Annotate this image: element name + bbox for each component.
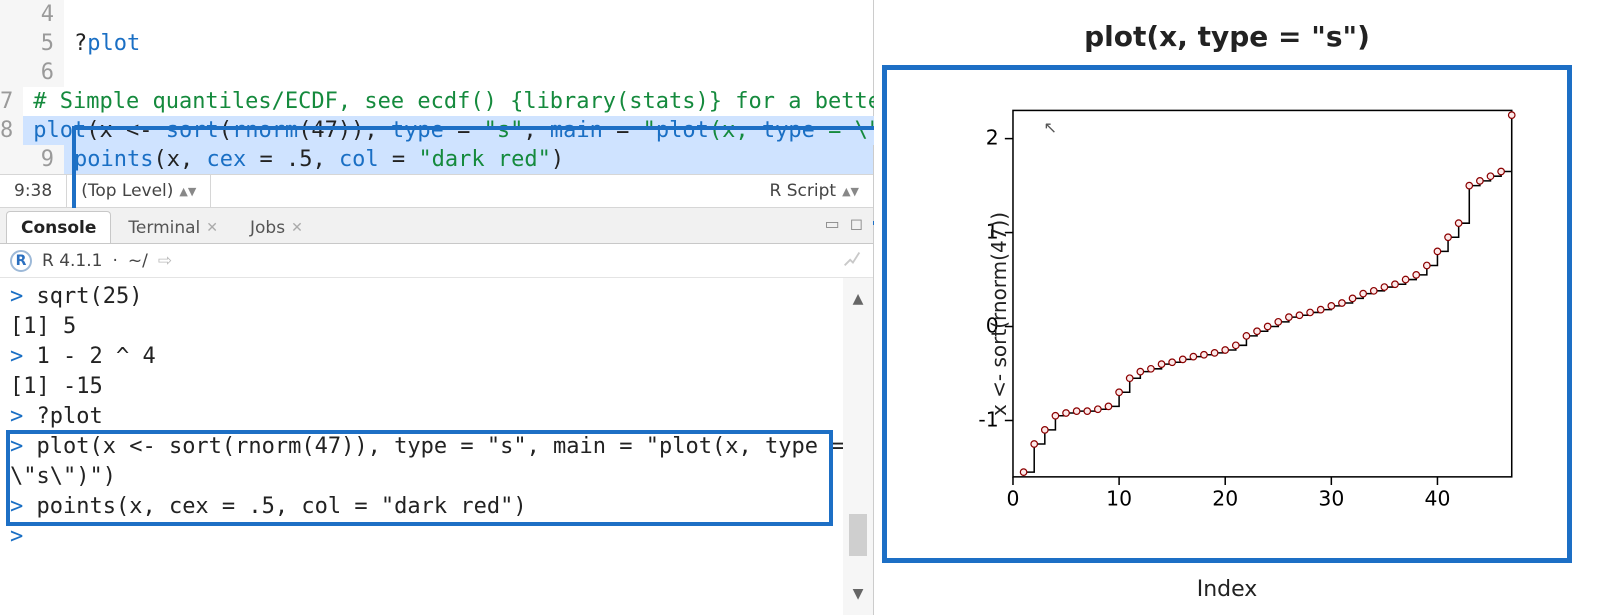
plot-title: plot(x, type = "s") — [882, 20, 1572, 53]
left-column: 45?plot67# Simple quantiles/ECDF, see ec… — [0, 0, 874, 615]
tab-console[interactable]: Console — [6, 211, 111, 243]
console-tabs: ConsoleTerminal✕Jobs✕ ▭ ◻ — [0, 208, 873, 244]
working-dir[interactable]: ~/ — [128, 251, 148, 271]
console-header: R R 4.1.1 · ~/ ⇨ — [0, 244, 873, 278]
svg-text:40: 40 — [1425, 486, 1451, 510]
code-cell[interactable]: plot(x <- sort(rnorm(47)), type = "s", m… — [23, 116, 960, 145]
gutter-line-number: 7 — [0, 87, 23, 116]
r-logo-icon: R — [10, 250, 32, 272]
gutter-line-number: 5 — [0, 29, 64, 58]
editor-line[interactable]: 4 — [0, 0, 873, 29]
editor-line[interactable]: 7# Simple quantiles/ECDF, see ecdf() {li… — [0, 87, 873, 116]
code-cell[interactable]: # Simple quantiles/ECDF, see ecdf() {lib… — [23, 87, 960, 116]
gutter-line-number: 8 — [0, 116, 23, 145]
svg-text:20: 20 — [1212, 486, 1238, 510]
plot-canvas: 010203040-1012↖ — [957, 100, 1527, 528]
editor-line[interactable]: 8plot(x <- sort(rnorm(47)), type = "s", … — [0, 116, 873, 145]
code-cell[interactable] — [64, 58, 873, 87]
scope-selector[interactable]: (Top Level)▲▼ — [67, 175, 211, 207]
console-text: > sqrt(25) [1] 5 > 1 - 2 ^ 4 [1] -15 > ?… — [10, 282, 863, 552]
console-scrollbar[interactable]: ▲ ▼ — [843, 278, 873, 615]
close-tab-icon[interactable]: ✕ — [206, 220, 218, 236]
plot-ylabel: x <- sort(rnorm(47)) — [987, 212, 1011, 416]
svg-text:2: 2 — [986, 126, 999, 150]
r-version-label: R 4.1.1 — [42, 251, 102, 271]
gutter-line-number: 6 — [0, 58, 64, 87]
filetype-selector[interactable]: R Script▲▼ — [756, 175, 873, 207]
cursor-position: 9:38 — [0, 175, 67, 207]
code-cell[interactable] — [64, 0, 873, 29]
minimize-pane-icon[interactable]: ▭ — [825, 214, 840, 233]
editor-line[interactable]: 6 — [0, 58, 873, 87]
gutter-line-number: 9 — [0, 145, 64, 174]
plot-pane: plot(x, type = "s") x <- sort(rnorm(47))… — [874, 0, 1600, 615]
svg-text:↖: ↖ — [1044, 118, 1058, 137]
maximize-pane-icon[interactable]: ◻ — [850, 214, 863, 233]
scrollbar-thumb[interactable] — [849, 514, 867, 556]
console-output[interactable]: > sqrt(25) [1] 5 > 1 - 2 ^ 4 [1] -15 > ?… — [0, 278, 873, 615]
svg-text:0: 0 — [1007, 486, 1020, 510]
open-dir-icon[interactable]: ⇨ — [158, 251, 172, 271]
scroll-up-icon[interactable]: ▲ — [853, 284, 864, 314]
editor-line[interactable]: 5?plot — [0, 29, 873, 58]
editor-line[interactable]: 9points(x, cex = .5, col = "dark red") — [0, 145, 873, 174]
plot-xlabel: Index — [882, 577, 1572, 602]
code-cell[interactable]: points(x, cex = .5, col = "dark red") — [64, 145, 873, 174]
code-cell[interactable]: ?plot — [64, 29, 873, 58]
clear-console-icon[interactable] — [841, 247, 863, 274]
tab-terminal[interactable]: Terminal✕ — [113, 211, 233, 243]
close-tab-icon[interactable]: ✕ — [291, 220, 303, 236]
gutter-line-number: 4 — [0, 0, 64, 29]
plot-frame: x <- sort(rnorm(47)) 010203040-1012↖ — [882, 65, 1572, 563]
source-editor[interactable]: 45?plot67# Simple quantiles/ECDF, see ec… — [0, 0, 873, 174]
editor-status-bar: 9:38 (Top Level)▲▼ R Script▲▼ — [0, 174, 873, 208]
app-root: 45?plot67# Simple quantiles/ECDF, see ec… — [0, 0, 1600, 615]
scroll-down-icon[interactable]: ▼ — [853, 579, 864, 609]
svg-text:10: 10 — [1106, 486, 1132, 510]
svg-text:30: 30 — [1318, 486, 1344, 510]
tab-jobs[interactable]: Jobs✕ — [235, 211, 318, 243]
pane-window-controls[interactable]: ▭ ◻ — [825, 214, 863, 233]
